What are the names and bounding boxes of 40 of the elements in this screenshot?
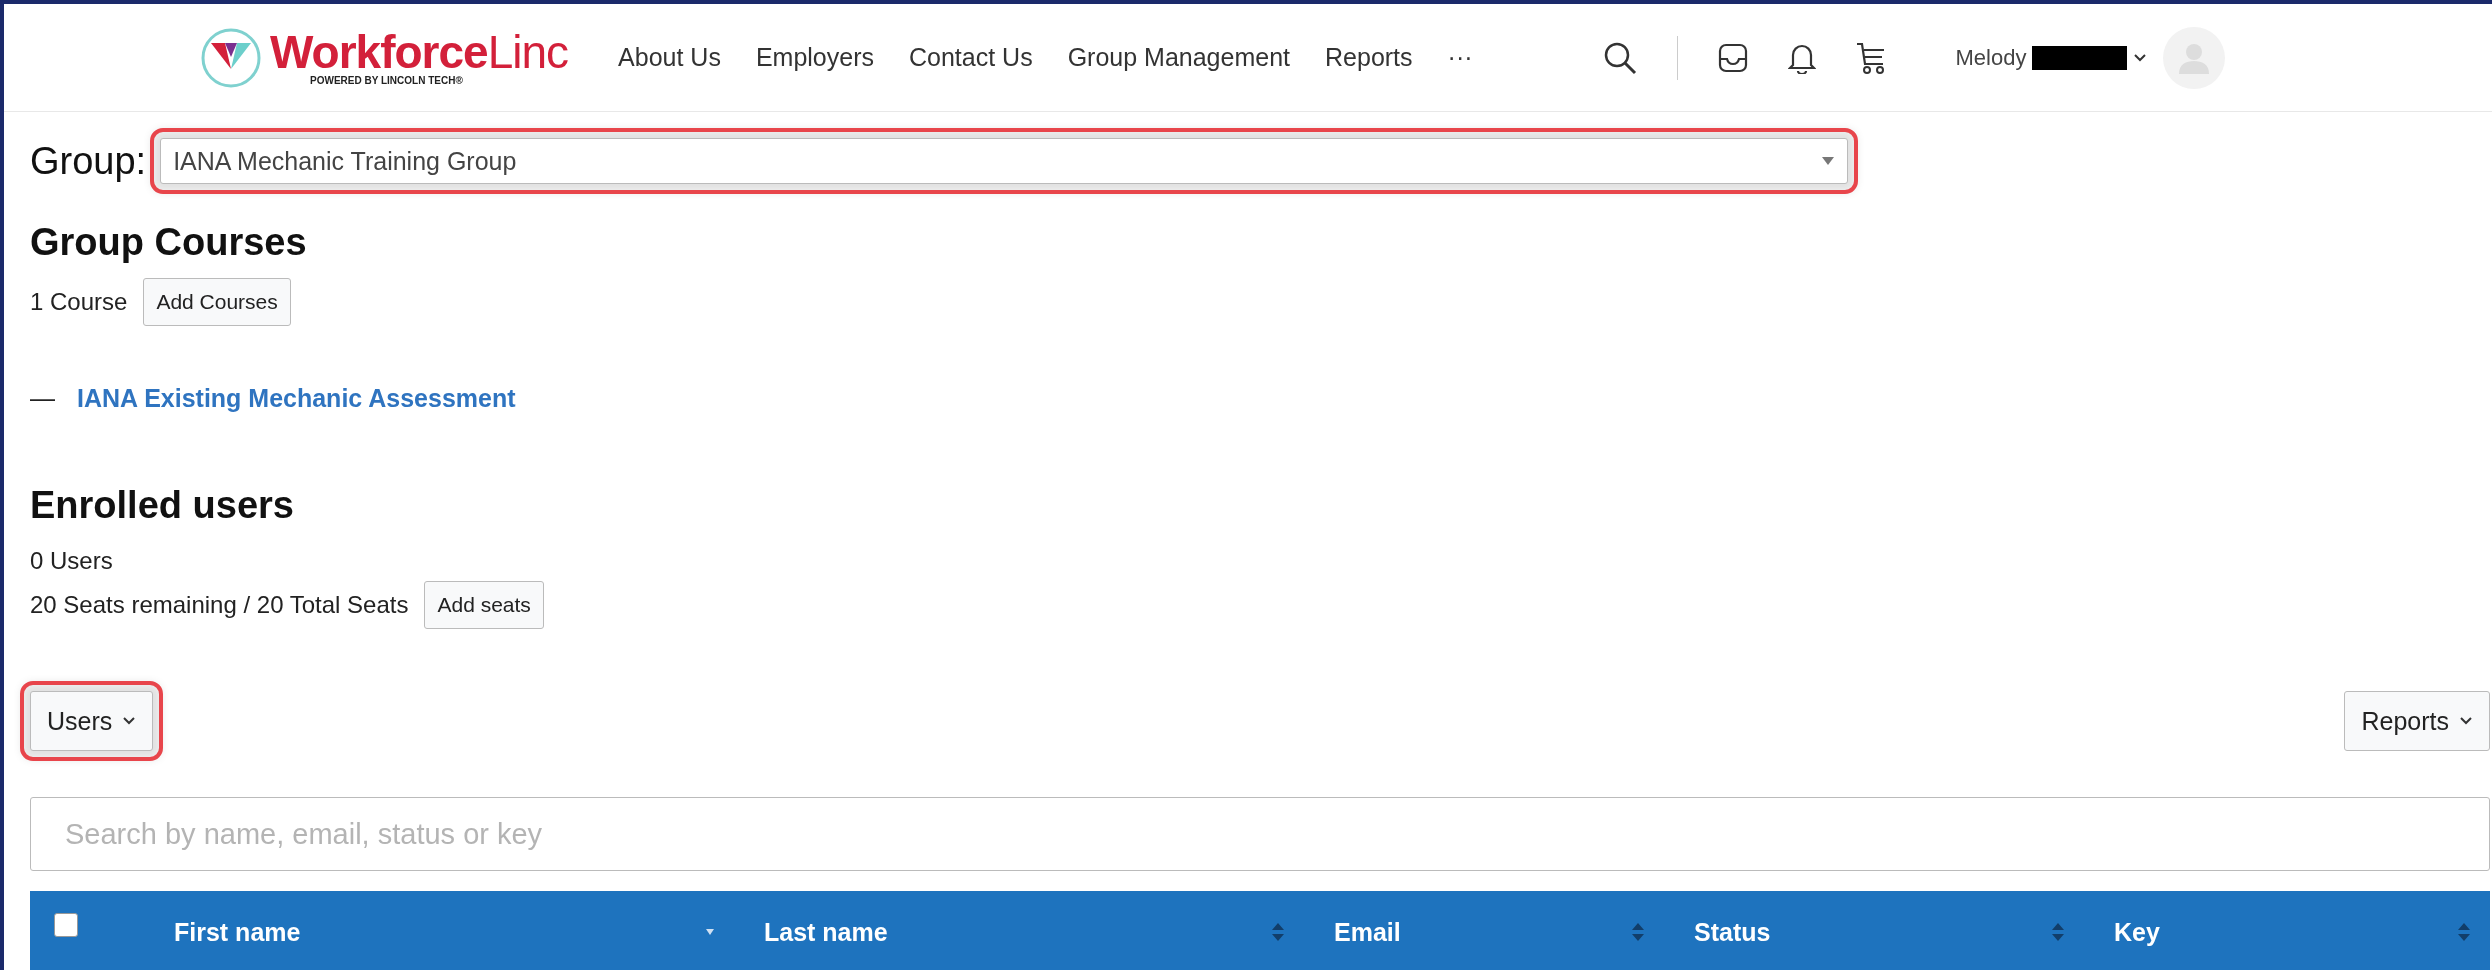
checkbox[interactable] [54,913,78,937]
nav-link[interactable]: Reports [1325,43,1413,72]
course-link[interactable]: IANA Existing Mechanic Assessment [77,384,516,413]
sort-icon[interactable] [1272,922,1284,942]
sort-descending-icon[interactable] [706,929,714,935]
chevron-down-icon [2133,52,2148,63]
chevron-down-icon [2459,716,2473,726]
sort-icon[interactable] [2458,922,2470,942]
column-header[interactable]: Status [1694,917,1771,947]
search-field[interactable]: Search by name, email, status or key [30,797,2490,871]
column-header[interactable]: Key [2114,917,2160,947]
chevron-down-icon [122,716,137,726]
user-count: 0 Users [30,547,113,575]
sort-icon[interactable] [1632,922,1644,942]
nav-link[interactable]: Contact Us [909,43,1033,72]
inbox-icon[interactable] [1717,42,1748,73]
nav-link[interactable]: Group Management [1067,43,1290,72]
section-heading: Group Courses [30,220,308,264]
user-name[interactable]: Melody [1955,44,2027,71]
column-header[interactable]: Last name [764,917,888,947]
column-header[interactable]: Email [1334,917,1401,947]
brand-name[interactable]: WorkforceLinc [270,29,569,75]
cart-icon[interactable] [1855,40,1886,75]
reports-dropdown-button[interactable]: Reports [2344,691,2490,751]
nav-link[interactable]: ··· [1447,43,1473,72]
section-heading: Enrolled users [30,483,295,527]
dash-mark: — [30,384,55,413]
group-label: Group: [30,139,147,183]
nav-link[interactable]: About Us [618,43,721,72]
add-seats-button[interactable]: Add seats [424,581,544,629]
brand-tagline: POWERED BY LINCOLN TECH® [310,75,463,86]
column-header[interactable]: First name [174,917,301,947]
seats-text: 20 Seats remaining / 20 Total Seats [30,591,409,619]
course-count: 1 Course [30,288,128,316]
search-icon[interactable] [1602,40,1637,75]
add-courses-button[interactable]: Add Courses [143,278,291,326]
nav-link[interactable]: Employers [755,43,874,72]
logo-icon [200,26,262,89]
caret-icon [1821,157,1836,165]
sort-icon[interactable] [2052,922,2064,942]
